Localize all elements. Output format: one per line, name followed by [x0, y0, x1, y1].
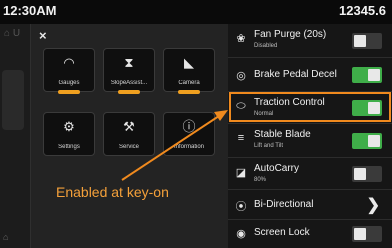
stable-blade-toggle[interactable]	[352, 133, 382, 149]
fan-purge-icon: ❀	[236, 33, 246, 45]
chevron-right-icon[interactable]: ❯	[367, 195, 380, 215]
tile-label: Information	[173, 144, 204, 150]
background-ghost-label: ⌂ U	[4, 28, 21, 39]
row-title: Stable Blade	[254, 129, 311, 140]
hour-meter: 12345.6	[339, 3, 386, 18]
gauges-tile[interactable]: ◠ Gauges	[43, 48, 95, 94]
toggle-knob	[354, 35, 366, 47]
tile-label: Settings	[58, 144, 80, 150]
traction-control-highlight-box	[229, 92, 391, 122]
display-screen: 12:30AM 12345.6 ⌂ U ⌂ × ◠ Gauges ⧗ Slope…	[0, 0, 392, 248]
selected-indicator	[178, 90, 200, 94]
row-title: Screen Lock	[254, 227, 310, 238]
toggle-knob	[368, 135, 380, 147]
tile-label: Gauges	[58, 80, 80, 86]
gear-icon: ⚙	[63, 119, 75, 134]
background-ghost-icon: ⌂	[3, 232, 9, 242]
quick-setting-row-fan-purge[interactable]: ❀ Fan Purge (20s) Disabled	[228, 24, 392, 58]
quick-setting-row-brake-pedal-decel[interactable]: ◎ Brake Pedal Decel	[228, 58, 392, 92]
background-ghost-shape	[2, 70, 24, 130]
row-subtitle: Disabled	[254, 43, 278, 49]
service-tile[interactable]: ⚒ Service	[103, 112, 155, 156]
autocarry-icon: ◪	[235, 167, 247, 179]
quick-settings-panel: ❀ Fan Purge (20s) Disabled ◎ Brake Pedal…	[228, 24, 392, 248]
tile-label: Camera	[178, 80, 200, 86]
annotation-label: Enabled at key-on	[56, 184, 169, 200]
row-subtitle: 80%	[254, 177, 267, 183]
screen-lock-toggle[interactable]	[352, 226, 382, 242]
row-title: Brake Pedal Decel	[254, 69, 337, 80]
information-tile[interactable]: ⓘ Information	[163, 112, 215, 156]
toggle-knob	[354, 228, 366, 240]
row-title: Bi-Directional	[254, 199, 314, 210]
selected-indicator	[118, 90, 140, 94]
selected-indicator	[58, 90, 80, 94]
app-menu-overlay: × ◠ Gauges ⧗ SlopeAssist... ◣ Camera ⚙ S…	[30, 24, 231, 248]
row-title: AutoCarry	[254, 163, 300, 174]
row-subtitle: Lift and Tilt	[254, 143, 284, 149]
quick-setting-row-stable-blade[interactable]: ≡ Stable Blade Lift and Tilt	[228, 124, 392, 158]
info-icon: ⓘ	[182, 119, 196, 134]
fan-purge-toggle[interactable]	[352, 33, 382, 49]
tile-label: Service	[118, 144, 139, 150]
bi-directional-icon: ⦿	[235, 201, 247, 213]
brake-pedal-decel-toggle[interactable]	[352, 67, 382, 83]
settings-tile[interactable]: ⚙ Settings	[43, 112, 95, 156]
wrench-icon: ⚒	[123, 119, 135, 134]
slope-assist-icon: ⧗	[124, 55, 134, 70]
tile-label: SlopeAssist...	[110, 80, 148, 86]
brake-pedal-icon: ◎	[236, 70, 246, 82]
autocarry-toggle[interactable]	[352, 166, 382, 182]
camera-tile[interactable]: ◣ Camera	[163, 48, 215, 94]
toggle-knob	[368, 69, 380, 81]
toggle-knob	[354, 168, 366, 180]
status-bar: 12:30AM 12345.6	[0, 0, 392, 24]
screen-lock-icon: ◉	[236, 228, 246, 240]
quick-setting-row-bi-directional[interactable]: ⦿ Bi-Directional ❯	[228, 190, 392, 220]
row-title: Fan Purge (20s)	[254, 29, 327, 40]
camera-icon: ◣	[184, 55, 194, 70]
gauge-icon: ◠	[63, 55, 75, 70]
clock-time: 12:30AM	[3, 3, 57, 18]
quick-setting-row-autocarry[interactable]: ◪ AutoCarry 80%	[228, 158, 392, 190]
slope-assist-tile[interactable]: ⧗ SlopeAssist...	[103, 48, 155, 94]
quick-setting-row-screen-lock[interactable]: ◉ Screen Lock	[228, 220, 392, 248]
close-button[interactable]: ×	[39, 28, 47, 43]
stable-blade-icon: ≡	[237, 132, 245, 144]
